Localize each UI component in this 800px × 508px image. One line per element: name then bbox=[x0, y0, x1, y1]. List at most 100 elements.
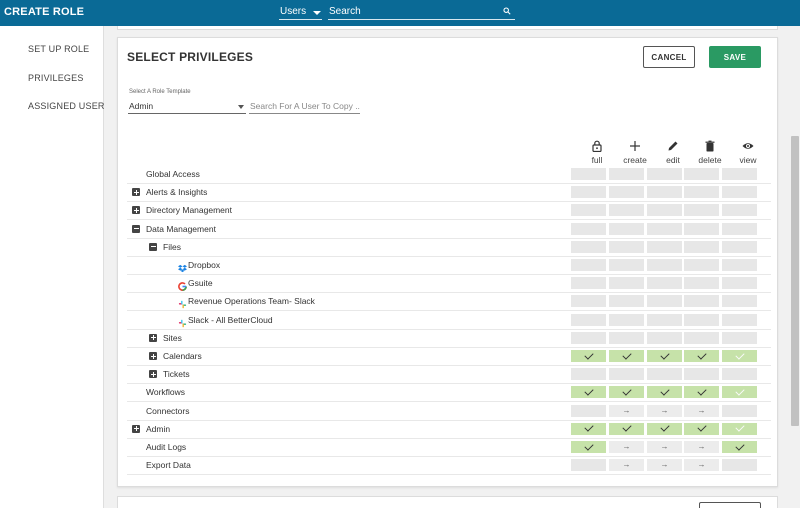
permission-cell-delete[interactable] bbox=[684, 331, 719, 344]
permission-cell-create[interactable] bbox=[609, 313, 644, 326]
permission-cell-view[interactable] bbox=[722, 259, 757, 271]
permission-cell-edit[interactable] bbox=[647, 240, 682, 253]
nav-item-assigned-users[interactable]: ASSIGNED USERS bbox=[28, 101, 104, 111]
permission-cell-full[interactable] bbox=[571, 404, 606, 417]
permission-cell-create[interactable] bbox=[609, 168, 644, 180]
permission-cell-delete[interactable] bbox=[684, 295, 719, 308]
permission-cell-create[interactable] bbox=[609, 386, 644, 399]
permission-cell-view[interactable] bbox=[722, 295, 757, 308]
permission-cell-view[interactable] bbox=[722, 349, 757, 362]
permission-cell-delete[interactable] bbox=[684, 186, 719, 199]
permission-cell-create[interactable] bbox=[609, 331, 644, 344]
permission-cell-full[interactable] bbox=[571, 240, 606, 253]
expand-icon[interactable] bbox=[132, 188, 140, 197]
permission-cell-delete[interactable] bbox=[684, 368, 719, 381]
permission-cell-full[interactable] bbox=[571, 259, 606, 271]
permission-cell-create[interactable] bbox=[609, 240, 644, 253]
permission-cell-full[interactable] bbox=[571, 386, 606, 399]
permission-cell-create[interactable]: → bbox=[609, 441, 644, 453]
permission-cell-view[interactable] bbox=[722, 422, 757, 435]
nav-item-set-up-role[interactable]: SET UP ROLE bbox=[28, 44, 104, 54]
permission-cell-edit[interactable] bbox=[647, 368, 682, 381]
permission-cell-edit[interactable] bbox=[647, 277, 682, 290]
permission-cell-delete[interactable] bbox=[684, 386, 719, 399]
search-icon[interactable] bbox=[503, 7, 511, 15]
permission-cell-delete[interactable] bbox=[684, 168, 719, 180]
permission-cell-edit[interactable] bbox=[647, 331, 682, 344]
permission-cell-delete[interactable] bbox=[684, 259, 719, 271]
permission-cell-view[interactable] bbox=[722, 386, 757, 399]
permission-cell-view[interactable] bbox=[722, 277, 757, 290]
permission-cell-edit[interactable] bbox=[647, 222, 682, 235]
permission-cell-create[interactable] bbox=[609, 295, 644, 308]
expand-icon[interactable] bbox=[132, 206, 140, 215]
permission-cell-edit[interactable] bbox=[647, 313, 682, 326]
permission-cell-full[interactable] bbox=[571, 277, 606, 290]
save-button[interactable]: SAVE bbox=[709, 46, 761, 68]
permission-cell-view[interactable] bbox=[722, 440, 757, 453]
permission-cell-edit[interactable] bbox=[647, 204, 682, 217]
permission-cell-full[interactable] bbox=[571, 368, 606, 381]
permission-cell-create[interactable]: → bbox=[609, 404, 644, 417]
permission-cell-full[interactable] bbox=[571, 186, 606, 199]
search-scope-select[interactable]: Users bbox=[279, 3, 322, 20]
permission-cell-view[interactable] bbox=[722, 331, 757, 344]
expand-icon[interactable] bbox=[149, 370, 157, 379]
permission-cell-create[interactable] bbox=[609, 259, 644, 271]
role-template-select[interactable]: Admin bbox=[128, 98, 246, 114]
permission-cell-view[interactable] bbox=[722, 240, 757, 253]
permission-cell-view[interactable] bbox=[722, 368, 757, 381]
permission-cell-create[interactable] bbox=[609, 422, 644, 435]
permission-cell-edit[interactable]: → bbox=[647, 441, 682, 453]
permission-cell-view[interactable] bbox=[722, 222, 757, 235]
permission-cell-delete[interactable] bbox=[684, 422, 719, 435]
permission-cell-edit[interactable] bbox=[647, 386, 682, 399]
permission-cell-full[interactable] bbox=[571, 295, 606, 308]
permission-cell-edit[interactable] bbox=[647, 186, 682, 199]
permission-cell-view[interactable] bbox=[722, 313, 757, 326]
permission-cell-create[interactable] bbox=[609, 204, 644, 217]
permission-cell-edit[interactable]: → bbox=[647, 404, 682, 417]
permission-cell-full[interactable] bbox=[571, 313, 606, 326]
permission-cell-view[interactable] bbox=[722, 459, 757, 472]
collapse-icon[interactable] bbox=[149, 242, 157, 251]
next-card-button[interactable] bbox=[699, 502, 761, 508]
permission-cell-create[interactable]: → bbox=[609, 459, 644, 472]
search-input[interactable]: Search bbox=[328, 3, 515, 20]
permission-cell-delete[interactable] bbox=[684, 222, 719, 235]
expand-icon[interactable] bbox=[132, 424, 140, 433]
permission-cell-view[interactable] bbox=[722, 168, 757, 180]
permission-cell-edit[interactable] bbox=[647, 295, 682, 308]
permission-cell-delete[interactable]: → bbox=[684, 404, 719, 417]
expand-icon[interactable] bbox=[149, 352, 157, 360]
permission-cell-full[interactable] bbox=[571, 204, 606, 217]
permission-cell-full[interactable] bbox=[571, 168, 606, 180]
permission-cell-full[interactable] bbox=[571, 222, 606, 235]
permission-cell-create[interactable] bbox=[609, 222, 644, 235]
cancel-button[interactable]: CANCEL bbox=[643, 46, 695, 68]
permission-cell-full[interactable] bbox=[571, 459, 606, 472]
permission-cell-edit[interactable] bbox=[647, 168, 682, 180]
permission-cell-delete[interactable] bbox=[684, 204, 719, 217]
permission-cell-view[interactable] bbox=[722, 404, 757, 417]
permission-cell-create[interactable] bbox=[609, 349, 644, 362]
permission-cell-view[interactable] bbox=[722, 186, 757, 199]
copy-user-search-input[interactable]: Search For A User To Copy ... bbox=[249, 98, 360, 114]
permission-cell-full[interactable] bbox=[571, 349, 606, 362]
page-scrollbar[interactable] bbox=[790, 26, 800, 508]
expand-icon[interactable] bbox=[149, 333, 157, 342]
permission-cell-create[interactable] bbox=[609, 277, 644, 290]
permission-cell-edit[interactable] bbox=[647, 259, 682, 271]
nav-item-privileges[interactable]: PRIVILEGES bbox=[28, 73, 104, 83]
permission-cell-delete[interactable] bbox=[684, 349, 719, 362]
permission-cell-edit[interactable] bbox=[647, 349, 682, 362]
permission-cell-edit[interactable] bbox=[647, 422, 682, 435]
permission-cell-delete[interactable]: → bbox=[684, 459, 719, 472]
permission-cell-view[interactable] bbox=[722, 204, 757, 217]
permission-cell-delete[interactable]: → bbox=[684, 441, 719, 453]
collapse-icon[interactable] bbox=[132, 224, 140, 233]
permission-cell-create[interactable] bbox=[609, 186, 644, 199]
permission-cell-edit[interactable]: → bbox=[647, 459, 682, 472]
permission-cell-delete[interactable] bbox=[684, 313, 719, 326]
permission-cell-delete[interactable] bbox=[684, 277, 719, 290]
